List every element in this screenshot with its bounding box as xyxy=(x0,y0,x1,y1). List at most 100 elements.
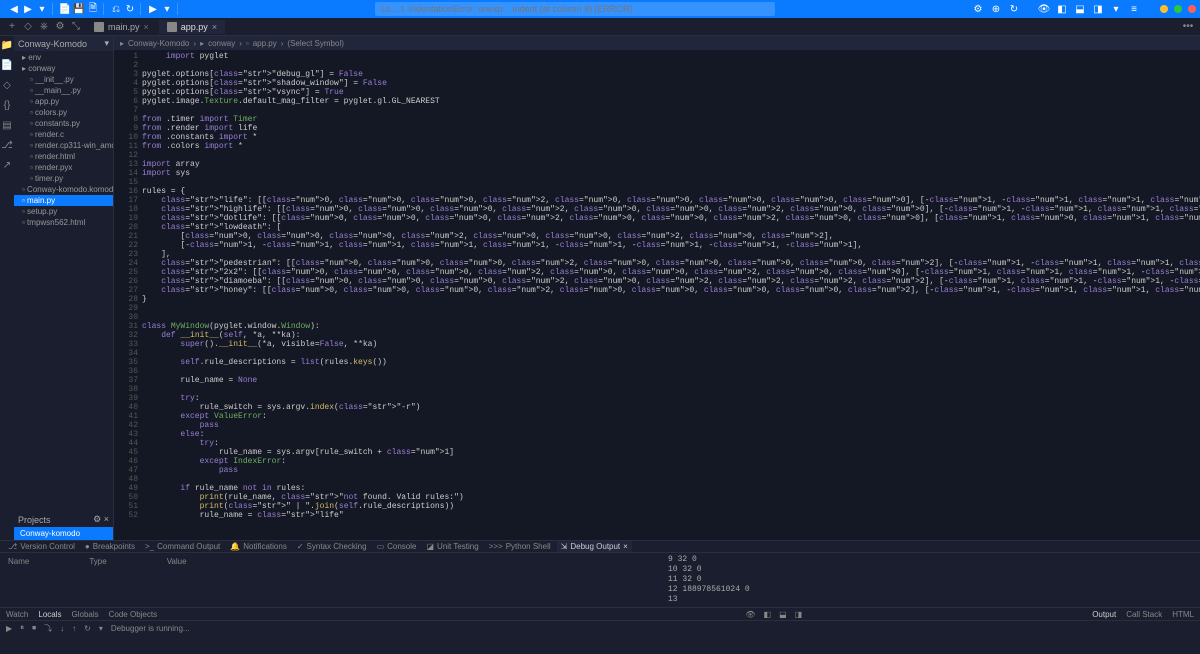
tree-item-render-c[interactable]: ▫ render.c xyxy=(14,129,113,140)
dropdown-icon[interactable]: ▾ xyxy=(99,624,103,633)
tree-item-timer-py[interactable]: ▫ timer.py xyxy=(14,173,113,184)
undo-icon[interactable]: ⎌ xyxy=(110,3,122,15)
refresh-icon[interactable]: ↻ xyxy=(1008,3,1020,15)
code-editor[interactable]: 1234567891011121314151617181920212223242… xyxy=(114,50,1200,540)
menu-icon[interactable]: ≡ xyxy=(1128,3,1140,15)
tree-item-render-pyx[interactable]: ▫ render.pyx xyxy=(14,162,113,173)
tree-item-setup-py[interactable]: ▫ setup.py xyxy=(14,206,113,217)
code-icon[interactable]: {} xyxy=(0,98,14,112)
subtab-output[interactable]: Output xyxy=(1092,610,1116,619)
nav-back-icon[interactable]: ◀ xyxy=(8,3,20,15)
panel-tab-command-output[interactable]: >_ Command Output xyxy=(141,541,224,552)
tree-item---main---py[interactable]: ▫ __main__.py xyxy=(14,85,113,96)
nav-forward-icon[interactable]: ▶ xyxy=(22,3,34,15)
step-into-icon[interactable]: ↓ xyxy=(60,624,64,633)
tree-item-tmpwsn562-html[interactable]: ▫ tmpwsn562.html xyxy=(14,217,113,228)
open-files-icon[interactable]: 📄 xyxy=(0,58,14,72)
panel-tab-version-control[interactable]: ⎇ Version Control xyxy=(4,541,79,552)
play-icon[interactable]: ▶ xyxy=(6,624,12,633)
panel-tab-console[interactable]: ▭ Console xyxy=(373,541,421,552)
tab-main-py[interactable]: main.py × xyxy=(86,20,157,34)
share-icon[interactable]: ↗ xyxy=(0,158,14,172)
save-icon[interactable]: 💾 xyxy=(73,3,85,15)
close-icon[interactable]: × xyxy=(104,514,109,524)
subtab-html[interactable]: HTML xyxy=(1172,610,1194,619)
new-tab-icon[interactable]: + xyxy=(4,19,20,35)
tab-close-icon[interactable]: × xyxy=(212,22,217,32)
tree-item-conway-komodo-komodopr---[interactable]: ▫ Conway-komodo.komodopr... xyxy=(14,184,113,195)
redo-icon[interactable]: ↻ xyxy=(124,3,136,15)
panel-tab-syntax-checking[interactable]: ✓ Syntax Checking xyxy=(293,541,371,552)
gear-icon[interactable]: ⚙ xyxy=(93,514,101,524)
step-out-icon[interactable]: ↑ xyxy=(72,624,76,633)
crumb-project[interactable]: Conway-Komodo xyxy=(128,39,189,48)
tree-item-colors-py[interactable]: ▫ colors.py xyxy=(14,107,113,118)
panel-right-icon[interactable]: ◨ xyxy=(1092,3,1104,15)
project-header[interactable]: Conway-Komodo ▾ xyxy=(14,36,113,51)
crumb-folder[interactable]: conway xyxy=(208,39,235,48)
debug-output[interactable]: 9 32 010 32 011 32 012 188978561024 013 xyxy=(660,553,1200,607)
file-icon[interactable]: ◇ xyxy=(20,19,36,35)
stop-icon[interactable]: ⏹ xyxy=(32,623,36,633)
run-icon[interactable]: ▶ xyxy=(147,3,159,15)
code-content[interactable]: import pyglet pyglet.options[class="str"… xyxy=(142,50,1200,540)
panel-tab-debug-output[interactable]: ⇲ Debug Output × xyxy=(557,541,632,552)
more-icon[interactable]: ••• xyxy=(1180,19,1196,35)
dropdown-icon[interactable]: ▾ xyxy=(1110,3,1122,15)
tab-close-icon[interactable]: × xyxy=(144,22,149,32)
panel-icon[interactable]: ⬓ xyxy=(779,610,787,619)
run-dropdown-icon[interactable]: ▾ xyxy=(161,3,173,15)
tree-item-render-cp311-win-amd64-p---[interactable]: ▫ render.cp311-win_amd64.p... xyxy=(14,140,113,151)
tree-item-conway[interactable]: ▸ conway xyxy=(14,63,113,74)
project-item[interactable]: Conway-komodo xyxy=(14,527,113,540)
gear-icon[interactable]: ⚙ xyxy=(52,19,68,35)
tab-app-py[interactable]: app.py × xyxy=(159,20,225,34)
crumb-file[interactable]: app.py xyxy=(253,39,277,48)
settings-icon[interactable]: ⚙ xyxy=(972,3,984,15)
restart-icon[interactable]: ↻ xyxy=(84,624,91,633)
subtab-callstack[interactable]: Call Stack xyxy=(1126,610,1162,619)
dom-icon[interactable]: ◇ xyxy=(0,78,14,92)
bookmark-icon[interactable]: ⎈ xyxy=(36,19,52,35)
projects-section[interactable]: Projects ⚙ × xyxy=(14,512,113,527)
subtab-watch[interactable]: Watch xyxy=(6,610,28,619)
new-file-icon[interactable]: 📄 xyxy=(59,3,71,15)
tab-close-icon[interactable]: × xyxy=(623,542,628,551)
panel-tab-unit-testing[interactable]: ◪ Unit Testing xyxy=(422,541,482,552)
eye-icon[interactable]: 👁 xyxy=(1038,3,1050,15)
debug-variables[interactable]: Name Type Value xyxy=(0,553,660,607)
tab-label: app.py xyxy=(181,22,208,32)
gear-icon[interactable]: ⊕ xyxy=(990,3,1002,15)
tree-item-main-py[interactable]: ▫ main.py xyxy=(14,195,113,206)
minimize-icon[interactable] xyxy=(1160,5,1168,13)
crumb-symbol[interactable]: (Select Symbol) xyxy=(287,39,343,48)
pause-icon[interactable]: ⏸ xyxy=(20,623,24,633)
panel-icon[interactable]: ◧ xyxy=(764,610,772,619)
dropdown-icon[interactable]: ▾ xyxy=(104,38,109,49)
expand-icon[interactable]: ⤡ xyxy=(68,19,84,35)
tree-item-constants-py[interactable]: ▫ constants.py xyxy=(14,118,113,129)
step-over-icon[interactable]: ⤵ xyxy=(44,623,52,634)
maximize-icon[interactable] xyxy=(1174,5,1182,13)
save-all-icon[interactable]: 🗎 xyxy=(87,3,99,15)
dropdown-icon[interactable]: ▾ xyxy=(36,3,48,15)
subtab-codeobjects[interactable]: Code Objects xyxy=(109,610,157,619)
panel-left-icon[interactable]: ◧ xyxy=(1056,3,1068,15)
tree-item-env[interactable]: ▸ env xyxy=(14,52,113,63)
subtab-globals[interactable]: Globals xyxy=(72,610,99,619)
tree-item-app-py[interactable]: ▫ app.py xyxy=(14,96,113,107)
tree-item-render-html[interactable]: ▫ render.html xyxy=(14,151,113,162)
panel-tab-breakpoints[interactable]: ● Breakpoints xyxy=(81,541,139,552)
tree-item---init---py[interactable]: ▫ __init__.py xyxy=(14,74,113,85)
db-icon[interactable]: ▤ xyxy=(0,118,14,132)
panel-icon[interactable]: 👁 xyxy=(745,610,755,619)
panel-bottom-icon[interactable]: ⬓ xyxy=(1074,3,1086,15)
panel-tab-python-shell[interactable]: >>> Python Shell xyxy=(485,541,555,552)
close-icon[interactable] xyxy=(1188,5,1196,13)
git-icon[interactable]: ⎇ xyxy=(0,138,14,152)
subtab-locals[interactable]: Locals xyxy=(38,610,61,619)
places-icon[interactable]: 📁 xyxy=(0,38,14,52)
search-input[interactable] xyxy=(375,2,775,16)
panel-tab-notifications[interactable]: 🔔 Notifications xyxy=(226,541,291,552)
panel-icon[interactable]: ◨ xyxy=(795,610,803,619)
